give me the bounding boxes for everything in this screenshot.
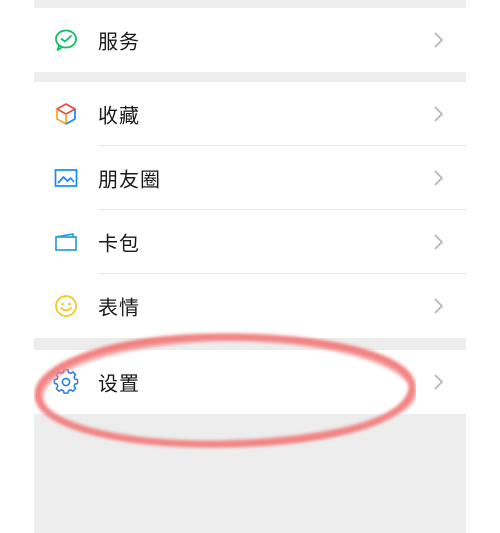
settings-group: 设置 (34, 350, 466, 414)
smile-icon (53, 293, 79, 319)
menu-item-label: 服务 (98, 29, 140, 54)
chevron-right-icon (434, 234, 444, 250)
menu-item-label: 表情 (98, 295, 140, 320)
menu-item-label: 卡包 (98, 231, 140, 256)
menu-item-label: 设置 (98, 371, 140, 396)
chevron-right-icon (434, 32, 444, 48)
chevron-right-icon (434, 170, 444, 186)
menu-item-settings[interactable]: 设置 (34, 350, 466, 414)
menu-item-favorites[interactable]: 收藏 (34, 82, 466, 146)
wechat-pay-icon (53, 27, 79, 53)
gear-icon (53, 369, 79, 395)
chevron-right-icon (434, 298, 444, 314)
services-group: 服务 (34, 8, 466, 72)
features-group: 收藏 朋友圈 卡包 表情 (34, 82, 466, 338)
cube-icon (53, 101, 79, 127)
menu-item-label: 朋友圈 (98, 167, 161, 192)
wechat-me-screen: 服务 收藏 朋友圈 卡包 表情 设置 (34, 0, 466, 533)
menu-item-cards[interactable]: 卡包 (34, 210, 466, 274)
menu-item-label: 收藏 (98, 103, 140, 128)
menu-item-services[interactable]: 服务 (34, 8, 466, 72)
image-icon (53, 165, 79, 191)
chevron-right-icon (434, 374, 444, 390)
menu-item-stickers[interactable]: 表情 (34, 274, 466, 338)
card-icon (53, 229, 79, 255)
chevron-right-icon (434, 106, 444, 122)
menu-item-moments[interactable]: 朋友圈 (34, 146, 466, 210)
